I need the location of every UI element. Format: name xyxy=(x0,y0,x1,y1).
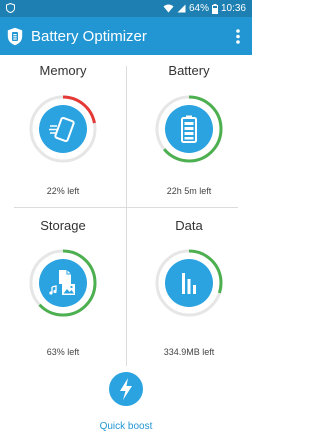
shield-notification-icon xyxy=(6,3,15,13)
storage-tile[interactable]: Storage 63% left xyxy=(0,210,126,365)
signal-icon xyxy=(177,4,186,13)
wifi-icon xyxy=(163,4,174,13)
data-tile[interactable]: Data 334.9MB left xyxy=(126,210,252,365)
quick-boost-label[interactable]: Quick boost xyxy=(86,420,166,433)
page-title: Battery Optimizer xyxy=(31,28,147,45)
memory-title: Memory xyxy=(39,63,87,78)
quick-boost-circle[interactable] xyxy=(109,372,143,406)
battery-status-icon xyxy=(211,3,218,14)
grid-divider-horizontal xyxy=(14,207,238,208)
data-gauge xyxy=(155,249,223,317)
app-logo-icon xyxy=(7,27,23,46)
memory-tile[interactable]: Memory 22% left xyxy=(0,58,126,206)
clock-text: 10:36 xyxy=(220,3,246,14)
storage-gauge xyxy=(29,249,97,317)
status-bar: 64% 10:36 xyxy=(0,0,252,17)
lightning-icon xyxy=(120,378,132,400)
storage-title: Storage xyxy=(40,218,86,233)
data-title: Data xyxy=(175,218,203,233)
battery-gauge xyxy=(155,95,223,163)
storage-caption: 63% left xyxy=(46,347,80,357)
battery-title: Battery xyxy=(168,63,210,78)
memory-caption: 22% left xyxy=(46,186,80,196)
battery-tile[interactable]: Battery 22h 5m left xyxy=(126,58,252,206)
overflow-menu-icon[interactable] xyxy=(232,27,244,46)
memory-gauge xyxy=(29,95,97,163)
data-caption: 334.9MB left xyxy=(163,347,215,357)
app-bar: Battery Optimizer xyxy=(0,17,252,55)
quick-boost-button[interactable]: Quick boost xyxy=(86,372,166,438)
battery-optimizer-screen: 64% 10:36 Battery Optimizer Memory 22% l… xyxy=(0,0,252,446)
battery-percent-text: 64% xyxy=(188,3,209,14)
battery-caption: 22h 5m left xyxy=(166,186,212,196)
